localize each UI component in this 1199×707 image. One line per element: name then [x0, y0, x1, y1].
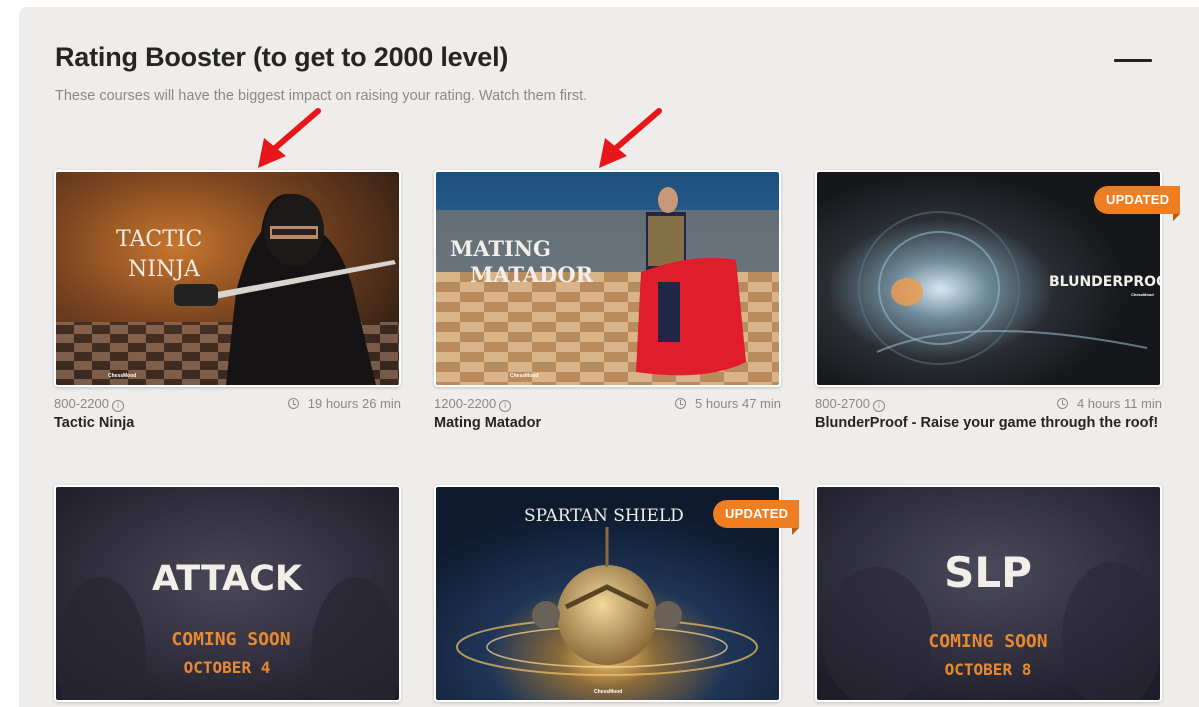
release-date: OCTOBER 8 — [945, 660, 1032, 679]
artwork-title: ATTACK — [152, 559, 304, 599]
course-thumbnail[interactable]: SLP COMING SOON OCTOBER 8 — [815, 485, 1162, 702]
course-title[interactable]: Mating Matador — [434, 415, 781, 431]
collapse-button[interactable] — [1108, 50, 1158, 72]
course-card-slp[interactable]: SLP COMING SOON OCTOBER 8 — [815, 485, 1162, 702]
section-title: Rating Booster (to get to 2000 level) — [55, 42, 509, 72]
section-subtitle: These courses will have the biggest impa… — [55, 88, 588, 104]
course-title[interactable]: BlunderProof - Raise your game through t… — [815, 415, 1162, 431]
info-icon[interactable]: i — [111, 400, 124, 412]
clock-icon — [287, 398, 299, 409]
slp-artwork: SLP COMING SOON OCTOBER 8 — [817, 487, 1160, 700]
clock-icon — [1056, 398, 1068, 409]
artwork-title: BLUNDERPROOF — [1049, 274, 1160, 290]
course-duration: 19 hours 26 min — [287, 396, 401, 411]
artwork-title-line1: MATING — [450, 236, 551, 261]
chessmood-logo: ChessMood — [1131, 292, 1154, 297]
chessmood-logo: ChessMood — [510, 373, 538, 379]
course-thumbnail[interactable]: MATING MATADOR ChessMood — [434, 170, 781, 387]
clock-icon — [675, 398, 686, 409]
course-thumbnail[interactable]: ATTACK COMING SOON OCTOBER 4 — [54, 485, 401, 702]
mating-matador-artwork: MATING MATADOR ChessMood — [436, 172, 779, 385]
course-card-mating-matador[interactable]: MATING MATADOR ChessMood 1200-2200 i 5 ho… — [434, 170, 781, 431]
artwork-title-line1: TACTIC — [116, 227, 202, 252]
attack-artwork: ATTACK COMING SOON OCTOBER 4 — [56, 487, 399, 700]
course-duration: 5 hours 47 min — [675, 396, 781, 411]
artwork-title-line2: NINJA — [128, 257, 201, 282]
course-card-blunderproof[interactable]: BLUNDERPROOF ChessMood UPDATED 800-2700i… — [815, 170, 1181, 431]
chessmood-logo: ChessMood — [108, 373, 136, 379]
coming-soon-label: COMING SOON — [928, 631, 1047, 652]
release-date: OCTOBER 4 — [184, 658, 271, 677]
course-card-tactic-ninja[interactable]: TACTIC NINJA ChessMood 800-2200 i 19 hour… — [54, 170, 401, 431]
course-title[interactable]: Tactic Ninja — [54, 415, 401, 431]
info-icon[interactable]: i — [872, 400, 885, 412]
coming-soon-label: COMING SOON — [171, 629, 290, 650]
red-arrow-icon — [599, 108, 662, 168]
artwork-title: SLP — [944, 548, 1032, 597]
course-duration: 4 hours 11 min — [1056, 396, 1162, 411]
course-thumbnail[interactable]: TACTIC NINJA ChessMood — [54, 170, 401, 387]
rating-range: 800-2200 i — [54, 396, 124, 412]
course-card-attack[interactable]: ATTACK COMING SOON OCTOBER 4 — [54, 485, 401, 702]
rating-range: 1200-2200 i — [434, 396, 512, 412]
chessmood-logo: ChessMood — [594, 689, 622, 695]
minus-icon — [1114, 59, 1152, 62]
artwork-title-line2: MATADOR — [470, 262, 594, 287]
artwork-title: SPARTAN SHIELD — [524, 506, 684, 526]
course-card-spartan-shield[interactable]: SPARTAN SHIELD ChessMood UPDATED — [434, 485, 800, 702]
rating-range: 800-2700 i — [815, 396, 885, 412]
red-arrow-icon — [258, 108, 321, 168]
info-icon[interactable]: i — [499, 400, 512, 412]
tactic-ninja-artwork: TACTIC NINJA ChessMood — [56, 172, 399, 385]
updated-badge: UPDATED — [1094, 186, 1181, 221]
updated-badge: UPDATED — [713, 500, 800, 535]
